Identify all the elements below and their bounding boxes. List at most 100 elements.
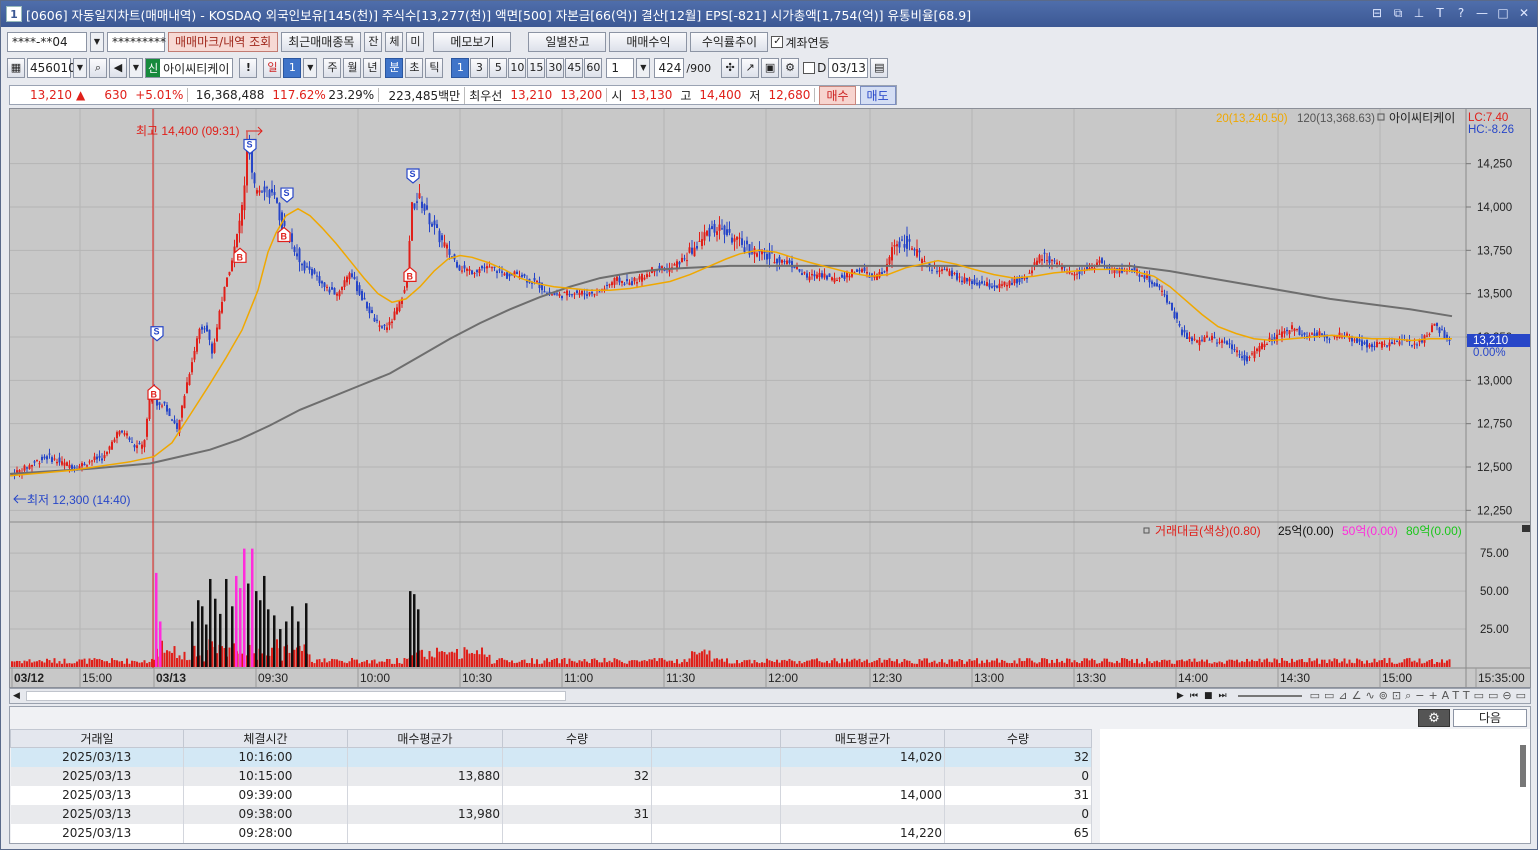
account-dropdown-icon[interactable]: ▼ [90, 32, 104, 52]
trendline-icon[interactable]: ↗ [741, 58, 760, 78]
col-exec-time[interactable]: 체결시간 [183, 729, 348, 748]
search-icon[interactable]: ⌕ [89, 58, 107, 78]
scroll-left-icon[interactable]: ◀ [13, 691, 20, 701]
tile-icon[interactable]: ⧉ [1391, 5, 1405, 21]
period-second-button[interactable]: 초 [405, 58, 424, 78]
trade-profit-button[interactable]: 매매수익 [609, 32, 688, 52]
stock-code-input[interactable]: 456010 [27, 58, 76, 78]
maximize-icon[interactable]: □ [1496, 5, 1510, 21]
help-icon[interactable]: ? [1454, 5, 1468, 21]
candle-body [801, 273, 803, 275]
table-row[interactable]: 2025/03/13 09:28:00 14,220 65 [10, 823, 1092, 843]
volume-bar [786, 660, 788, 667]
interval-button-10[interactable]: 10 [508, 58, 527, 78]
volume-bar [801, 663, 803, 667]
volume-bar [1371, 662, 1373, 667]
chart-canvas[interactable]: BBBBSSSS 14,25014,00013,75013,50013,2501… [9, 109, 1530, 687]
stock-name-box[interactable]: 신 아이씨티케이 [145, 58, 234, 78]
scroll-thumb[interactable] [25, 691, 566, 701]
table-settings-icon[interactable]: ⚙ [1418, 709, 1450, 727]
interval-button-30[interactable]: 30 [546, 58, 565, 78]
crosshair-icon[interactable]: ✣ [721, 58, 740, 78]
volume-bar [36, 661, 38, 667]
checkbox-checked-icon[interactable]: ✓ [771, 36, 784, 48]
return-trend-button[interactable]: 수익률추이 [690, 32, 769, 52]
code-dropdown-icon[interactable]: ▼ [73, 58, 87, 78]
tab-mi[interactable]: 미 [406, 32, 425, 52]
memo-button[interactable]: 메모보기 [433, 32, 512, 52]
period-minute-button[interactable]: 분 [385, 58, 404, 78]
period-year-button[interactable]: 년 [363, 58, 382, 78]
scroll-last-icon[interactable]: ⏭ [1218, 691, 1226, 701]
volume-bar [653, 658, 656, 667]
table-row[interactable]: 2025/03/13 09:38:00 13,980 31 0 [10, 804, 1092, 824]
volume-bar [491, 663, 493, 667]
chart-settings-icon[interactable]: ▦ [7, 58, 25, 78]
volume-bar [1036, 663, 1038, 667]
account-link-checkbox[interactable]: ✓ 계좌연동 [771, 34, 830, 51]
col-trade-date[interactable]: 거래일 [10, 729, 184, 748]
period-week-button[interactable]: 주 [323, 58, 342, 78]
layout-icon[interactable]: ⊟ [1370, 5, 1384, 21]
save-icon[interactable]: ▣ [761, 58, 780, 78]
interval-dropdown-icon[interactable]: ▼ [636, 58, 651, 78]
best-quote-label: 최우선 [469, 88, 503, 103]
speaker-icon[interactable]: ◀ [109, 58, 127, 78]
zoom-slider[interactable] [1237, 695, 1302, 697]
period-month-button[interactable]: 월 [343, 58, 362, 78]
warning-icon[interactable]: ! [239, 58, 258, 78]
period-day-button[interactable]: 일 [263, 58, 282, 78]
table-scrollbar[interactable] [1520, 745, 1526, 787]
speaker-dropdown-icon[interactable]: ▼ [129, 58, 143, 78]
pin-icon[interactable]: ⊥ [1412, 5, 1426, 21]
scroll-right-icon[interactable]: ▶ [1177, 691, 1184, 701]
day-count-select[interactable]: 1 [283, 58, 302, 78]
table-row[interactable]: 2025/03/13 09:39:00 14,000 31 [10, 785, 1092, 805]
buy-button[interactable]: 매수 [819, 85, 856, 105]
date-checkbox[interactable] [803, 62, 816, 74]
interval-button-1[interactable]: 1 [451, 58, 470, 78]
volume-bar [798, 660, 801, 667]
col-buy-avg[interactable]: 매수평균가 [347, 729, 503, 748]
app-icon[interactable]: 1 [6, 6, 22, 22]
gear-icon[interactable]: ⚙ [781, 58, 800, 78]
interval-button-3[interactable]: 3 [470, 58, 489, 78]
tab-jan[interactable]: 잔 [364, 32, 383, 52]
col-sell-qty[interactable]: 수량 [944, 729, 1092, 748]
close-icon[interactable]: ✕ [1517, 5, 1531, 21]
sell-button[interactable]: 매도 [859, 85, 896, 105]
recent-items-button[interactable]: 최근매매종목 [281, 32, 362, 52]
trade-mark-button[interactable]: 매매마크/내역 조회 [168, 32, 279, 52]
candle-body [848, 275, 851, 278]
table-row[interactable]: 2025/03/13 10:15:00 13,880 32 0 [10, 766, 1092, 786]
minimize-icon[interactable]: — [1475, 5, 1489, 21]
col-sell-avg[interactable]: 매도평균가 [780, 729, 945, 748]
table-row[interactable]: 2025/03/13 10:16:00 14,020 32 [10, 747, 1092, 767]
font-icon[interactable]: T [1433, 5, 1447, 21]
interval-button-5[interactable]: 5 [489, 58, 508, 78]
password-field[interactable]: ********* [107, 32, 166, 52]
tab-che[interactable]: 체 [385, 32, 404, 52]
candle-body [381, 326, 383, 328]
drawing-tools-icons[interactable]: ▭▭⊿∠∿⊚⊡⌕−+ATT▭▭⊖▭ [1310, 689, 1530, 703]
interval-button-60[interactable]: 60 [584, 58, 603, 78]
interval-custom-input[interactable]: 1 [606, 58, 635, 78]
candle-body [733, 238, 736, 242]
next-button[interactable]: 다음 [1453, 709, 1527, 727]
candle-body [241, 204, 243, 226]
interval-button-15[interactable]: 15 [527, 58, 546, 78]
calendar-icon[interactable]: ▤ [870, 58, 889, 78]
scroll-first-icon[interactable]: ⏮ [1190, 691, 1198, 701]
candle-body [1258, 345, 1261, 352]
stop-icon[interactable]: ■ [1204, 691, 1213, 701]
day-dropdown-icon[interactable]: ▼ [303, 58, 318, 78]
date-input[interactable]: 03/13 [828, 58, 869, 78]
volume-bar [481, 647, 483, 667]
daily-balance-button[interactable]: 일별잔고 [528, 32, 607, 52]
bar-count-input[interactable]: 424 [654, 58, 685, 78]
interval-button-45[interactable]: 45 [565, 58, 584, 78]
period-tick-button[interactable]: 틱 [425, 58, 444, 78]
col-buy-qty[interactable]: 수량 [502, 729, 652, 748]
account-select[interactable]: ****-**04 [7, 32, 87, 52]
price-chart[interactable]: BBBBSSSS 14,25014,00013,75013,50013,2501… [9, 108, 1531, 688]
